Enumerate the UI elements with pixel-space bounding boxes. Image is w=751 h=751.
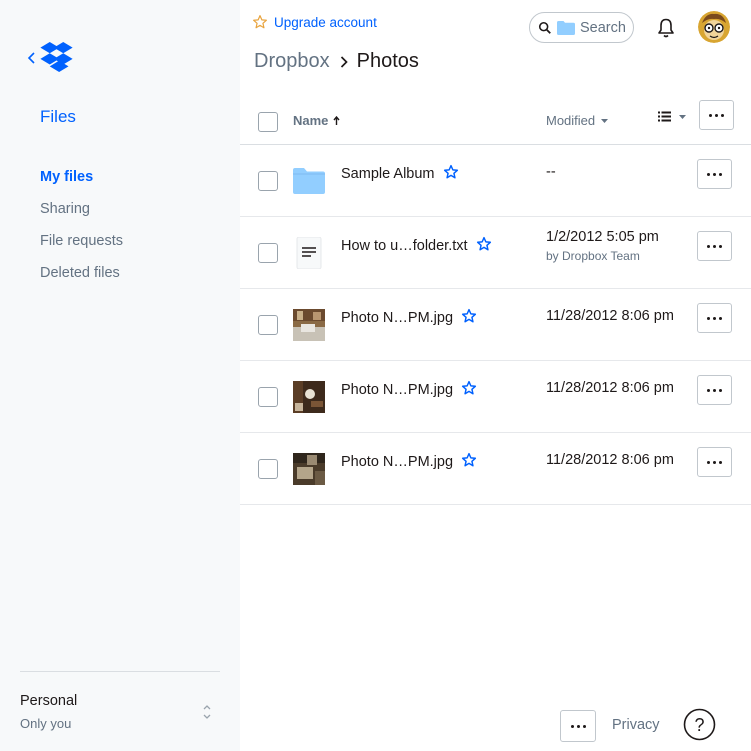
avatar[interactable] [698, 11, 730, 43]
sidebar: Files My files Sharing File requests Del… [0, 0, 240, 751]
column-modified-label: Modified [546, 113, 596, 128]
row-more-button[interactable] [697, 447, 732, 477]
upgrade-account-link[interactable]: Upgrade account [252, 14, 377, 30]
table-row[interactable]: Sample Album -- [240, 145, 751, 217]
caret-down-icon [601, 118, 609, 123]
modified-value: 1/2/2012 5:05 pm [546, 229, 659, 245]
more-dots-icon [707, 388, 722, 392]
svg-text:?: ? [694, 715, 704, 735]
view-toggle[interactable] [658, 111, 686, 122]
file-name-label[interactable]: Photo N…PM.jpg [341, 382, 453, 398]
row-checkbox[interactable] [258, 243, 278, 263]
sidebar-item-my-files[interactable]: My files [40, 167, 123, 199]
column-header-modified[interactable]: Modified [546, 113, 609, 128]
breadcrumb: Dropbox Photos [254, 50, 419, 73]
photo-thumbnail [293, 309, 325, 341]
star-outline-icon [253, 15, 267, 29]
dropbox-logo-icon[interactable] [40, 42, 73, 72]
star-icon[interactable] [476, 236, 492, 252]
search-input[interactable]: Search [529, 12, 634, 43]
row-more-button[interactable] [697, 375, 732, 405]
sidebar-item-sharing[interactable]: Sharing [40, 199, 123, 231]
account-switch-icon[interactable] [202, 703, 212, 721]
page-title: Photos [356, 50, 419, 72]
notification-bell-icon[interactable] [656, 17, 676, 39]
account-subtitle: Only you [20, 716, 72, 731]
star-icon[interactable] [461, 452, 477, 468]
back-chevron-icon[interactable] [26, 50, 38, 66]
row-more-button[interactable] [697, 303, 732, 333]
file-name-label[interactable]: How to u…folder.txt [341, 238, 468, 254]
list-view-icon [658, 111, 671, 122]
header-more-button[interactable] [699, 100, 734, 130]
modified-value: -- [546, 164, 556, 180]
table-row[interactable]: Photo N…PM.jpg 11/28/2012 8:06 pm [240, 361, 751, 433]
folder-icon [293, 168, 325, 194]
sidebar-divider [20, 671, 220, 672]
more-dots-icon [707, 316, 722, 320]
table-row[interactable]: Photo N…PM.jpg 11/28/2012 8:06 pm [240, 289, 751, 361]
file-name[interactable]: Photo N…PM.jpg [341, 308, 477, 326]
more-dots-icon [707, 460, 722, 464]
file-name[interactable]: Sample Album [341, 164, 459, 182]
table-row[interactable]: Photo N…PM.jpg 11/28/2012 8:06 pm [240, 433, 751, 505]
modified-value: 11/28/2012 8:06 pm [546, 308, 674, 324]
table-header: Name Modified [240, 99, 751, 145]
file-name[interactable]: How to u…folder.txt [341, 236, 492, 254]
more-dots-icon [570, 724, 586, 728]
star-icon[interactable] [461, 380, 477, 396]
upgrade-account-label[interactable]: Upgrade account [274, 15, 377, 30]
row-more-button[interactable] [697, 159, 732, 189]
account-name[interactable]: Personal [20, 693, 77, 709]
more-dots-icon [707, 172, 722, 176]
photo-thumbnail [293, 453, 325, 485]
text-file-icon [296, 237, 322, 269]
sort-ascending-icon [333, 116, 340, 125]
sidebar-item-deleted-files[interactable]: Deleted files [40, 263, 123, 295]
star-icon[interactable] [443, 164, 459, 180]
footer-more-button[interactable] [560, 710, 596, 742]
sidebar-item-file-requests[interactable]: File requests [40, 231, 123, 263]
sidebar-nav: My files Sharing File requests Deleted f… [40, 167, 123, 295]
file-name[interactable]: Photo N…PM.jpg [341, 380, 477, 398]
select-all-checkbox[interactable] [258, 112, 278, 132]
modified-value: 11/28/2012 8:06 pm [546, 380, 674, 396]
caret-down-icon [679, 114, 686, 119]
file-name[interactable]: Photo N…PM.jpg [341, 452, 477, 470]
row-checkbox[interactable] [258, 315, 278, 335]
search-placeholder[interactable]: Search [580, 20, 626, 36]
help-icon[interactable]: ? [683, 708, 716, 741]
row-checkbox[interactable] [258, 387, 278, 407]
column-header-name[interactable]: Name [293, 113, 340, 128]
row-checkbox[interactable] [258, 171, 278, 191]
modified-by: by Dropbox Team [546, 249, 640, 263]
column-name-label: Name [293, 113, 329, 128]
breadcrumb-root[interactable]: Dropbox [254, 50, 330, 73]
more-dots-icon [707, 244, 722, 248]
files-section-title[interactable]: Files [40, 107, 76, 127]
row-checkbox[interactable] [258, 459, 278, 479]
row-more-button[interactable] [697, 231, 732, 261]
more-dots-icon [709, 113, 724, 117]
folder-icon [557, 20, 575, 35]
privacy-link[interactable]: Privacy [612, 717, 660, 733]
photo-thumbnail [293, 381, 325, 413]
star-icon[interactable] [461, 308, 477, 324]
table-row[interactable]: How to u…folder.txt 1/2/2012 5:05 pm by … [240, 217, 751, 289]
file-name-label[interactable]: Photo N…PM.jpg [341, 454, 453, 470]
file-name-label[interactable]: Sample Album [341, 166, 435, 182]
modified-value: 11/28/2012 8:06 pm [546, 452, 674, 468]
file-name-label[interactable]: Photo N…PM.jpg [341, 310, 453, 326]
chevron-right-icon [340, 55, 348, 68]
search-icon [538, 21, 551, 34]
